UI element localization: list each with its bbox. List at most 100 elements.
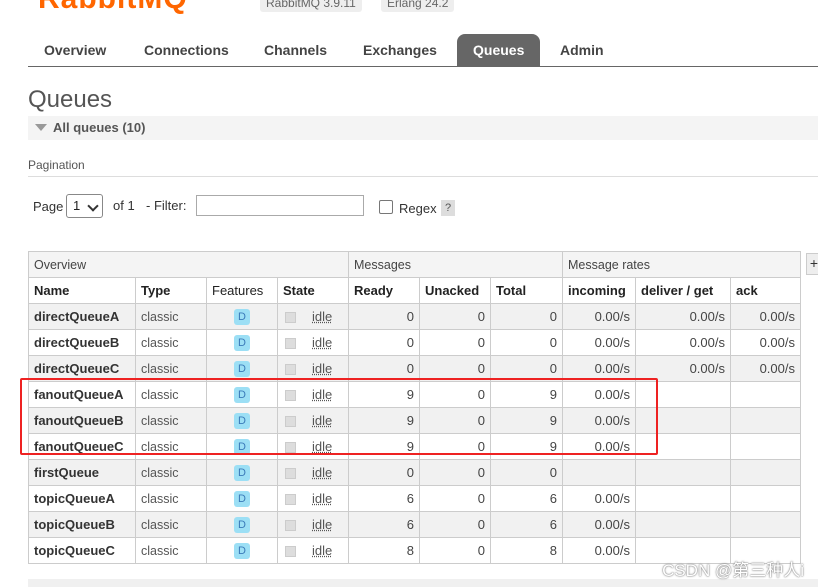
feature-cell: D bbox=[206, 485, 278, 512]
queue-type: classic bbox=[135, 511, 207, 538]
tab-overview[interactable]: Overview bbox=[28, 34, 122, 66]
col-name[interactable]: Name bbox=[28, 277, 136, 304]
main-tabs: Overview Connections Channels Exchanges … bbox=[28, 34, 818, 67]
table-row[interactable]: topicQueueA classic Didle 6 0 6 0.00/s bbox=[28, 485, 801, 512]
ready-count: 6 bbox=[348, 511, 420, 538]
state-indicator-icon bbox=[285, 494, 296, 506]
unacked-count: 0 bbox=[419, 511, 491, 538]
queue-name-link[interactable]: directQueueA bbox=[28, 303, 136, 330]
queue-name-link[interactable]: topicQueueC bbox=[28, 537, 136, 564]
col-type[interactable]: Type bbox=[135, 277, 207, 304]
ack-rate: 0.00/s bbox=[730, 303, 801, 330]
col-ready[interactable]: Ready bbox=[348, 277, 420, 304]
collapse-triangle-icon bbox=[35, 124, 47, 131]
regex-help-button[interactable]: ? bbox=[441, 200, 455, 216]
durable-badge: D bbox=[234, 361, 250, 377]
incoming-rate: 0.00/s bbox=[562, 511, 636, 538]
regex-label: Regex bbox=[399, 201, 437, 216]
col-state[interactable]: State bbox=[277, 277, 349, 304]
ack-rate bbox=[730, 433, 801, 460]
state-text: idle bbox=[312, 361, 333, 376]
columns-toggle-button[interactable]: + bbox=[806, 253, 818, 275]
queue-name-link[interactable]: topicQueueB bbox=[28, 511, 136, 538]
page-select[interactable]: 1 bbox=[66, 194, 103, 218]
page-select-value: 1 bbox=[73, 198, 81, 213]
unacked-count: 0 bbox=[419, 537, 491, 564]
table-row[interactable]: topicQueueB classic Didle 6 0 6 0.00/s bbox=[28, 511, 801, 538]
state-text: idle bbox=[312, 335, 333, 350]
queue-type: classic bbox=[135, 485, 207, 512]
state-indicator-icon bbox=[285, 338, 296, 350]
state-cell: idle bbox=[277, 537, 349, 564]
regex-checkbox[interactable] bbox=[379, 200, 393, 214]
rabbitmq-logo: RabbitMQTM bbox=[38, 0, 206, 16]
feature-cell: D bbox=[206, 459, 278, 486]
chevron-down-icon bbox=[87, 200, 99, 212]
queue-name-link[interactable]: firstQueue bbox=[28, 459, 136, 486]
queue-name-link[interactable]: directQueueB bbox=[28, 329, 136, 356]
durable-badge: D bbox=[234, 491, 250, 507]
col-deliver-get[interactable]: deliver / get bbox=[635, 277, 731, 304]
filter-input[interactable] bbox=[196, 195, 364, 216]
queue-type: classic bbox=[135, 459, 207, 486]
ack-rate bbox=[730, 511, 801, 538]
ack-rate: 0.00/s bbox=[730, 355, 801, 382]
total-count: 6 bbox=[490, 485, 563, 512]
tab-queues[interactable]: Queues bbox=[457, 34, 541, 66]
unacked-count: 0 bbox=[419, 303, 491, 330]
filter-label: - Filter: bbox=[146, 198, 187, 213]
state-cell: idle bbox=[277, 303, 349, 330]
col-unacked[interactable]: Unacked bbox=[419, 277, 491, 304]
state-text: idle bbox=[312, 465, 333, 480]
state-cell: idle bbox=[277, 329, 349, 356]
tab-connections[interactable]: Connections bbox=[128, 34, 245, 66]
feature-cell: D bbox=[206, 511, 278, 538]
state-text: idle bbox=[312, 309, 333, 324]
ready-count: 6 bbox=[348, 485, 420, 512]
ready-count: 0 bbox=[348, 303, 420, 330]
total-count: 0 bbox=[490, 459, 563, 486]
table-row[interactable]: directQueueA classic Didle 0 0 0 0.00/s 0.00/s 0… bbox=[28, 303, 801, 330]
incoming-rate: 0.00/s bbox=[562, 329, 636, 356]
page-label: Page bbox=[33, 199, 64, 214]
ready-count: 0 bbox=[348, 459, 420, 486]
version-badge: RabbitMQ 3.9.11 bbox=[260, 0, 362, 12]
table-row[interactable]: directQueueB classic Didle 0 0 0 0.00/s 0.00/s 0… bbox=[28, 329, 801, 356]
group-overview: Overview bbox=[28, 251, 349, 278]
incoming-rate: 0.00/s bbox=[562, 485, 636, 512]
pagination-divider bbox=[28, 176, 818, 177]
unacked-count: 0 bbox=[419, 485, 491, 512]
all-queues-toggle[interactable]: All queues (10) bbox=[28, 116, 818, 140]
unacked-count: 0 bbox=[419, 329, 491, 356]
state-indicator-icon bbox=[285, 364, 296, 376]
durable-badge: D bbox=[234, 465, 250, 481]
unacked-count: 0 bbox=[419, 459, 491, 486]
ready-count: 0 bbox=[348, 329, 420, 356]
watermark: CSDN @第三种人i bbox=[662, 561, 804, 580]
total-count: 6 bbox=[490, 511, 563, 538]
deliver-get-rate bbox=[635, 511, 731, 538]
tab-admin[interactable]: Admin bbox=[544, 34, 620, 66]
queue-type: classic bbox=[135, 329, 207, 356]
state-indicator-icon bbox=[285, 546, 296, 558]
deliver-get-rate: 0.00/s bbox=[635, 329, 731, 356]
col-total[interactable]: Total bbox=[490, 277, 563, 304]
state-indicator-icon bbox=[285, 520, 296, 532]
total-count: 8 bbox=[490, 537, 563, 564]
pagination-heading: Pagination bbox=[28, 158, 85, 172]
ack-rate bbox=[730, 485, 801, 512]
state-text: idle bbox=[312, 491, 333, 506]
col-incoming[interactable]: incoming bbox=[562, 277, 636, 304]
queue-type: classic bbox=[135, 303, 207, 330]
queue-name-link[interactable]: topicQueueA bbox=[28, 485, 136, 512]
incoming-rate bbox=[562, 459, 636, 486]
feature-cell: D bbox=[206, 329, 278, 356]
incoming-rate: 0.00/s bbox=[562, 537, 636, 564]
tab-channels[interactable]: Channels bbox=[248, 34, 343, 66]
table-row[interactable]: firstQueue classic Didle 0 0 0 bbox=[28, 459, 801, 486]
col-ack[interactable]: ack bbox=[730, 277, 801, 304]
ack-rate: 0.00/s bbox=[730, 329, 801, 356]
tab-exchanges[interactable]: Exchanges bbox=[347, 34, 453, 66]
incoming-rate: 0.00/s bbox=[562, 303, 636, 330]
ack-rate bbox=[730, 381, 801, 408]
